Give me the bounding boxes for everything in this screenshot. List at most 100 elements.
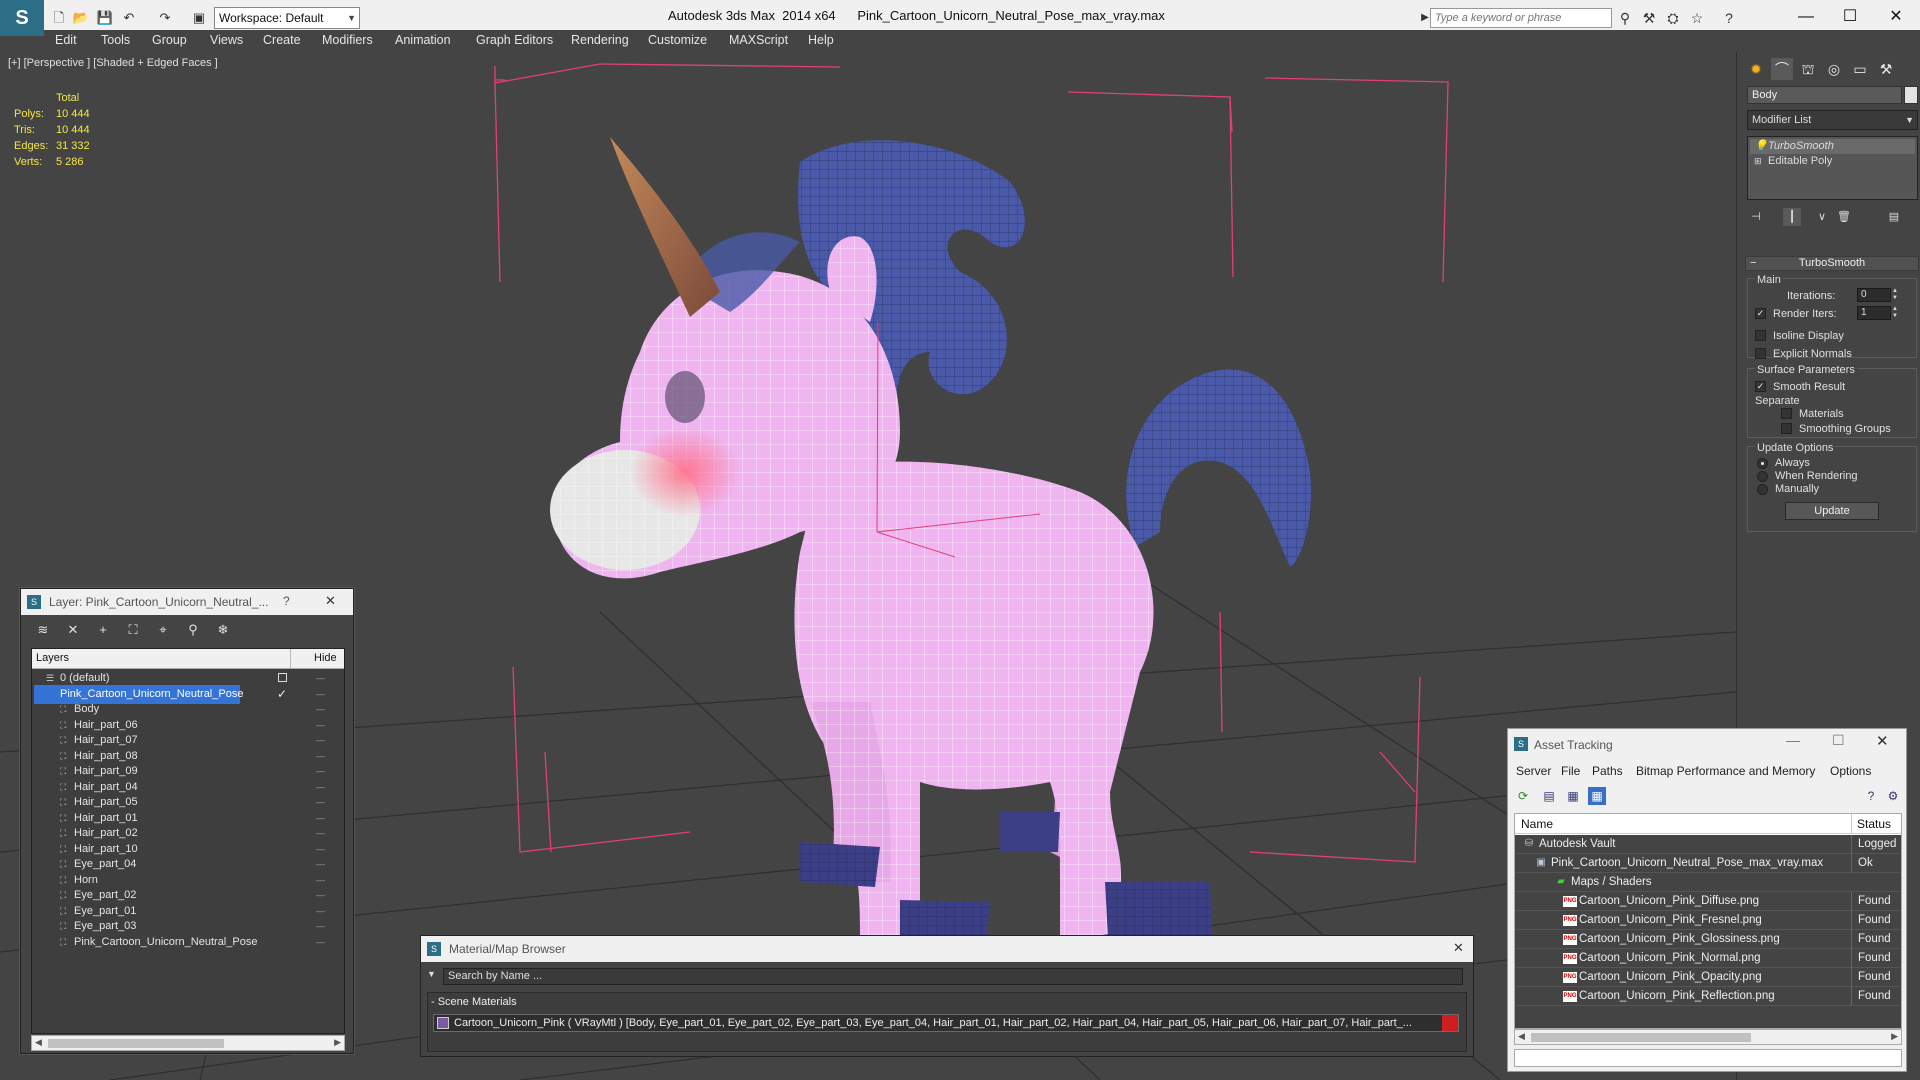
close-icon[interactable]: ✕: [325, 593, 336, 609]
update-manually-radio[interactable]: [1757, 484, 1768, 495]
menu-help[interactable]: Help: [808, 33, 834, 47]
expand-plus-icon[interactable]: ⊞: [1754, 154, 1762, 169]
help-icon[interactable]: ?: [283, 594, 290, 608]
pin-stack-icon[interactable]: ⊣: [1747, 208, 1765, 226]
scroll-right-icon[interactable]: ▶: [334, 1037, 341, 1048]
layer-dialog-titlebar[interactable]: S Layer: Pink_Cartoon_Unicorn_Neutral_..…: [21, 589, 353, 615]
lightbulb-icon[interactable]: 💡: [1754, 139, 1768, 154]
show-end-result-icon[interactable]: ┃: [1783, 208, 1801, 226]
utilities-tab-icon[interactable]: ⚒: [1875, 58, 1897, 80]
configure-sets-icon[interactable]: ▤: [1885, 208, 1903, 226]
smooth-result-checkbox[interactable]: ✓: [1755, 381, 1766, 392]
highlight-layer-icon[interactable]: ⌖: [153, 621, 173, 639]
asset-row[interactable]: PNG Cartoon_Unicorn_Pink_Normal.png Found: [1515, 949, 1901, 968]
menu-modifiers[interactable]: Modifiers: [322, 33, 373, 47]
column-status[interactable]: Status: [1857, 817, 1891, 831]
create-tab-icon[interactable]: ✹: [1745, 58, 1767, 80]
menu-rendering[interactable]: Rendering: [571, 33, 629, 47]
communication-center-icon[interactable]: ⛭: [1664, 9, 1682, 27]
new-file-icon[interactable]: 🗋: [50, 9, 68, 27]
asset-row[interactable]: ⛁ Autodesk Vault Logged: [1515, 835, 1901, 854]
turbosmooth-rollout-header[interactable]: − TurboSmooth: [1745, 256, 1919, 271]
asset-path-field[interactable]: [1514, 1049, 1902, 1067]
iterations-spinner[interactable]: 0: [1857, 288, 1891, 302]
scrollbar-thumb[interactable]: [48, 1039, 224, 1048]
menu-maxscript[interactable]: MAXScript: [729, 33, 788, 47]
column-layers[interactable]: Layers: [36, 652, 69, 664]
scene-materials-header[interactable]: - Scene Materials: [431, 996, 517, 1008]
vault-settings-icon[interactable]: ⚙: [1884, 787, 1902, 805]
material-row[interactable]: Cartoon_Unicorn_Pink ( VRayMtl ) [Body, …: [433, 1014, 1459, 1032]
modify-tab-icon[interactable]: ⌒: [1771, 58, 1793, 80]
scroll-left-icon[interactable]: ◀: [1518, 1031, 1525, 1042]
asset-menu-paths[interactable]: Paths: [1592, 764, 1623, 778]
redo-icon[interactable]: ↷: [156, 9, 174, 27]
menu-customize[interactable]: Customize: [648, 33, 707, 47]
asset-row[interactable]: PNG Cartoon_Unicorn_Pink_Glossiness.png Fo…: [1515, 930, 1901, 949]
subscription-icon[interactable]: ⚒: [1640, 9, 1658, 27]
asset-horizontal-scrollbar[interactable]: ◀ ▶: [1514, 1029, 1902, 1045]
make-unique-icon[interactable]: ∨: [1813, 208, 1831, 226]
scrollbar-thumb[interactable]: [1531, 1033, 1751, 1042]
asset-menu-server[interactable]: Server: [1516, 764, 1551, 778]
explicit-normals-checkbox[interactable]: [1755, 348, 1766, 359]
object-name-field[interactable]: Body: [1747, 86, 1902, 104]
asset-menu-options[interactable]: Options: [1830, 764, 1871, 778]
stack-item-turbosmooth[interactable]: 💡 TurboSmooth: [1750, 139, 1915, 154]
viewport-label[interactable]: [+] [Perspective ] [Shaded + Edged Faces…: [8, 57, 218, 69]
column-name[interactable]: Name: [1521, 817, 1553, 831]
vault-help-icon[interactable]: ?: [1862, 787, 1880, 805]
asset-row[interactable]: ▣ Pink_Cartoon_Unicorn_Neutral_Pose_max_v…: [1515, 854, 1901, 873]
layer-horizontal-scrollbar[interactable]: ◀ ▶: [31, 1035, 345, 1051]
save-file-icon[interactable]: 💾: [96, 9, 114, 27]
asset-menu-bitmap-performance[interactable]: Bitmap Performance and Memory: [1636, 764, 1815, 778]
list-view-icon[interactable]: ▤: [1540, 787, 1558, 805]
asset-menu-file[interactable]: File: [1561, 764, 1580, 778]
open-file-icon[interactable]: 📂: [72, 9, 90, 27]
isoline-display-checkbox[interactable]: [1755, 330, 1766, 341]
grid-view-icon[interactable]: ▦: [1588, 787, 1606, 805]
delete-layer-icon[interactable]: ✕: [63, 621, 83, 639]
select-objects-icon[interactable]: ⛶: [123, 621, 143, 639]
menu-edit[interactable]: Edit: [55, 33, 77, 47]
current-layer-box[interactable]: [278, 673, 287, 682]
project-folder-icon[interactable]: ▣: [190, 9, 208, 27]
freeze-all-layers-icon[interactable]: ❄: [213, 621, 233, 639]
hierarchy-tab-icon[interactable]: ⛫: [1797, 58, 1819, 80]
stack-item-editable-poly[interactable]: ⊞ Editable Poly: [1750, 154, 1915, 169]
update-always-radio[interactable]: [1757, 458, 1768, 469]
close-icon[interactable]: ✕: [1876, 732, 1889, 750]
menu-group[interactable]: Group: [152, 33, 187, 47]
help-icon[interactable]: ?: [1720, 9, 1738, 27]
maximize-button[interactable]: ☐: [1830, 4, 1870, 30]
asset-row[interactable]: PNG Cartoon_Unicorn_Pink_Diffuse.png Found: [1515, 892, 1901, 911]
scroll-right-icon[interactable]: ▶: [1891, 1031, 1898, 1042]
modifier-list-dropdown[interactable]: Modifier List ▼: [1747, 110, 1918, 130]
keyword-search-input[interactable]: [1430, 8, 1612, 28]
column-hide[interactable]: Hide: [314, 652, 337, 664]
spinner-arrows-icon[interactable]: ▲ ▼: [1891, 288, 1899, 302]
minimize-button[interactable]: —: [1786, 4, 1826, 30]
undo-icon[interactable]: ↶: [120, 9, 138, 27]
favorites-star-icon[interactable]: ☆: [1688, 9, 1706, 27]
asset-row[interactable]: PNG Cartoon_Unicorn_Pink_Opacity.png Found: [1515, 968, 1901, 987]
separate-smoothing-groups-checkbox[interactable]: [1781, 423, 1792, 434]
browser-options-icon[interactable]: ▼: [427, 969, 436, 979]
object-color-swatch[interactable]: [1904, 86, 1918, 104]
layer-row[interactable]: ⛶ Pink_Cartoon_Unicorn_Neutral_Pose —: [32, 933, 344, 952]
menu-graph-editors[interactable]: Graph Editors: [476, 33, 553, 47]
table-view-icon[interactable]: ▦: [1564, 787, 1582, 805]
hide-all-layers-icon[interactable]: ⚲: [183, 621, 203, 639]
asset-row[interactable]: PNG Cartoon_Unicorn_Pink_Fresnel.png Found: [1515, 911, 1901, 930]
menu-create[interactable]: Create: [263, 33, 301, 47]
minimize-button[interactable]: —: [1786, 732, 1800, 748]
separate-materials-checkbox[interactable]: [1781, 408, 1792, 419]
hide-toggle[interactable]: —: [316, 933, 330, 952]
update-when-rendering-radio[interactable]: [1757, 471, 1768, 482]
app-logo-button[interactable]: S: [0, 0, 44, 36]
new-layer-icon[interactable]: ≋: [33, 621, 53, 639]
update-button[interactable]: Update: [1785, 502, 1879, 520]
material-browser-titlebar[interactable]: S Material/Map Browser ✕: [421, 936, 1473, 962]
menu-animation[interactable]: Animation: [395, 33, 451, 47]
binoculars-icon[interactable]: ⚲: [1616, 9, 1634, 27]
